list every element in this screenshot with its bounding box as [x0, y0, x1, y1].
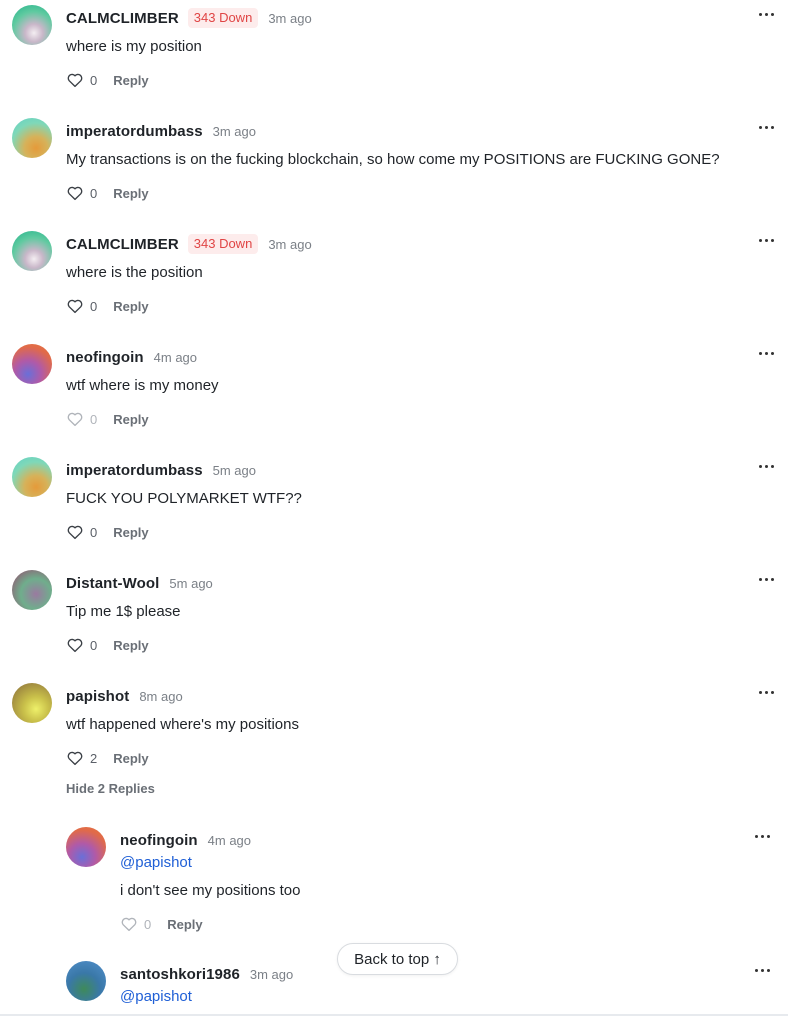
comment-text: My transactions is on the fucking blockc… [66, 151, 720, 168]
reply-button[interactable]: Reply [113, 186, 148, 201]
author-name[interactable]: papishot [66, 688, 129, 705]
timestamp: 3m ago [268, 236, 312, 252]
more-options-icon[interactable] [752, 826, 772, 846]
heart-icon[interactable] [66, 749, 84, 767]
timestamp: 4m ago [153, 349, 198, 365]
more-options-icon[interactable] [752, 960, 772, 980]
hide-replies-button[interactable]: Hide 2 Replies [66, 781, 155, 796]
avatar[interactable] [66, 827, 106, 867]
position-badge: 343 Down [187, 8, 259, 28]
like-count: 0 [90, 524, 98, 540]
like-count: 0 [90, 72, 98, 88]
avatar[interactable] [12, 457, 52, 497]
avatar[interactable] [66, 961, 106, 1001]
avatar[interactable] [12, 344, 52, 384]
comment-text: where is my position [66, 38, 202, 55]
like-count: 0 [90, 298, 98, 314]
heart-icon[interactable] [120, 915, 138, 933]
avatar[interactable] [12, 231, 52, 271]
mention-link[interactable]: @papishot [120, 854, 192, 871]
timestamp: 5m ago [212, 462, 257, 478]
like-count: 2 [90, 750, 98, 766]
timestamp: 5m ago [169, 575, 213, 591]
heart-icon[interactable] [66, 297, 84, 315]
timestamp: 3m ago [212, 123, 257, 139]
author-name[interactable]: imperatordumbass [66, 462, 203, 479]
author-name[interactable]: Distant-Wool [66, 575, 159, 592]
reply-button[interactable]: Reply [113, 751, 148, 766]
more-options-icon[interactable] [756, 569, 776, 589]
more-options-icon[interactable] [756, 682, 776, 702]
heart-icon[interactable] [66, 410, 84, 428]
comment-text: wtf happened where's my positions [66, 716, 299, 733]
position-badge: 343 Down [187, 234, 259, 254]
more-options-icon[interactable] [756, 456, 776, 476]
like-count: 0 [90, 185, 98, 201]
timestamp: 3m ago [249, 966, 294, 982]
mention-link[interactable]: @papishot [120, 988, 192, 1005]
heart-icon[interactable] [66, 71, 84, 89]
author-name[interactable]: neofingoin [66, 349, 144, 366]
author-name[interactable]: imperatordumbass [66, 123, 203, 140]
heart-icon[interactable] [66, 184, 84, 202]
comment-text: wtf where is my money [66, 377, 219, 394]
timestamp: 4m ago [207, 832, 252, 848]
heart-icon[interactable] [66, 636, 84, 654]
avatar[interactable] [12, 683, 52, 723]
author-name[interactable]: santoshkori1986 [120, 966, 240, 983]
author-name[interactable]: neofingoin [120, 832, 198, 849]
like-count: 0 [90, 411, 98, 427]
like-count: 0 [90, 637, 98, 653]
reply-button[interactable]: Reply [113, 638, 148, 653]
author-name[interactable]: CALMCLIMBER [66, 10, 179, 27]
more-options-icon[interactable] [756, 230, 776, 250]
more-options-icon[interactable] [756, 343, 776, 363]
reply-button[interactable]: Reply [113, 299, 148, 314]
comment-text: where is the position [66, 264, 203, 281]
timestamp: 3m ago [268, 10, 312, 26]
heart-icon[interactable] [66, 523, 84, 541]
back-to-top-button[interactable]: Back to top ↑ [337, 943, 458, 975]
timestamp: 8m ago [139, 688, 183, 704]
author-name[interactable]: CALMCLIMBER [66, 236, 179, 253]
avatar[interactable] [12, 570, 52, 610]
like-count: 0 [144, 916, 152, 932]
avatar[interactable] [12, 5, 52, 45]
reply-button[interactable]: Reply [113, 525, 148, 540]
comment-text: FUCK YOU POLYMARKET WTF?? [66, 490, 302, 507]
comment-text: Tip me 1$ please [66, 603, 181, 620]
comment-text: i don't see my positions too [120, 882, 301, 899]
reply-button[interactable]: Reply [113, 73, 148, 88]
more-options-icon[interactable] [756, 4, 776, 24]
reply-button[interactable]: Reply [113, 412, 148, 427]
reply-button[interactable]: Reply [167, 917, 202, 932]
avatar[interactable] [12, 118, 52, 158]
more-options-icon[interactable] [756, 117, 776, 137]
